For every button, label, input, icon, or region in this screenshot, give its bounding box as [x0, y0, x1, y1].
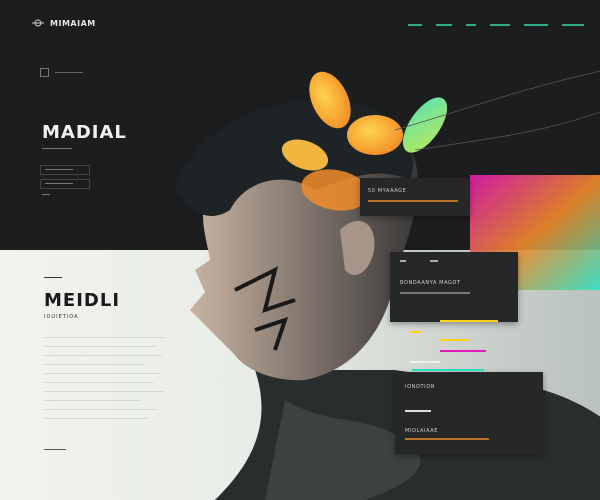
nav-item-4[interactable]: [490, 24, 510, 26]
nav-item-5[interactable]: [524, 24, 548, 26]
nav-item-1[interactable]: [408, 24, 422, 26]
card-2-top-line: [400, 260, 406, 262]
card-3-orange-line: [405, 438, 489, 440]
body-text-line: [44, 382, 154, 383]
card-1-title: 50 MYAAAGE: [368, 188, 407, 194]
progress-bar-small: [440, 339, 470, 341]
body-text-line: [44, 400, 140, 401]
hero-title-bottom: MEIDLI: [44, 290, 121, 311]
progress-bar-white: [410, 361, 440, 363]
small-link[interactable]: [42, 194, 50, 195]
nav-item-2[interactable]: [436, 24, 452, 26]
breadcrumb: [40, 68, 83, 77]
card-1-accent-bar: [368, 200, 458, 202]
body-text-line: [44, 409, 158, 410]
input-field-2[interactable]: [40, 179, 90, 189]
progress-bar-teal: [412, 369, 484, 371]
card-4-title: MIOLAIAAE: [405, 428, 439, 434]
brand-logo[interactable]: MIMAIAM: [32, 18, 96, 28]
body-text-line: [44, 355, 162, 356]
card-2-top-line-2: [430, 260, 438, 262]
top-nav: [408, 24, 584, 26]
progress-bar-magenta: [440, 350, 486, 352]
crosshair-icon: [32, 19, 44, 27]
body-text-line: [44, 337, 164, 338]
progress-bar-orange: [410, 331, 422, 333]
progress-bar-yellow: [440, 320, 498, 322]
breadcrumb-text: [55, 72, 83, 73]
body-text-line: [44, 418, 148, 419]
info-card-3[interactable]: IONOTION MIOLAIAAE: [395, 372, 543, 454]
info-card-1[interactable]: 50 MYAAAGE: [360, 178, 470, 216]
info-card-2[interactable]: BONDAANYA MAGOT: [390, 252, 518, 322]
brand-name: MIMAIAM: [50, 18, 96, 28]
nav-item-6[interactable]: [562, 24, 584, 26]
hero-title-top: MADIAL: [42, 122, 127, 143]
input-field-1[interactable]: [40, 165, 90, 175]
footer-link[interactable]: [44, 449, 66, 450]
card-2-line: [400, 292, 470, 294]
body-text-line: [44, 364, 144, 365]
hero-subtitle-top: [42, 148, 72, 149]
body-text-line: [44, 373, 160, 374]
input-field-2-text: [45, 183, 73, 184]
input-field-1-text: [45, 169, 73, 170]
body-text-line: [44, 391, 164, 392]
square-icon: [40, 68, 49, 77]
card-3-white-line: [405, 410, 431, 412]
nav-item-3[interactable]: [466, 24, 476, 26]
card-3-title: IONOTION: [405, 384, 436, 390]
hero-subtitle-bottom: IOUIETIOA: [44, 314, 79, 320]
body-text-line: [44, 346, 156, 347]
section-label: [44, 277, 62, 278]
card-2-title: BONDAANYA MAGOT: [400, 280, 461, 286]
